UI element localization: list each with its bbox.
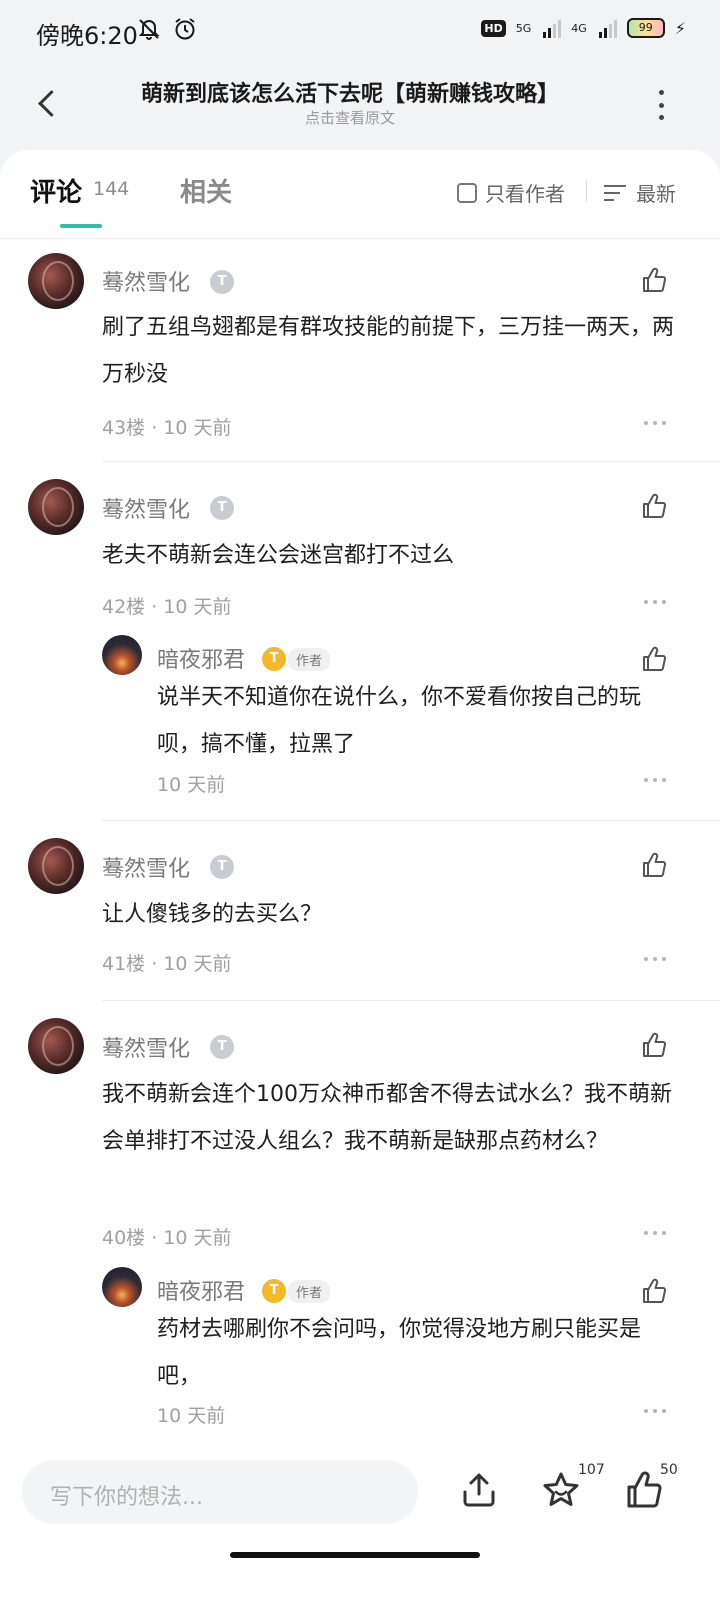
avatar[interactable] — [28, 253, 84, 309]
like-icon[interactable] — [640, 1277, 668, 1305]
input-placeholder: 写下你的想法... — [50, 1485, 203, 1510]
comment-author[interactable]: 蓦然雪化 — [102, 1031, 190, 1063]
comment-time: 10 天前 — [163, 417, 232, 439]
checkbox-icon[interactable] — [457, 182, 477, 203]
thumb-up-icon[interactable] — [624, 1470, 664, 1510]
dots-icon[interactable] — [644, 421, 666, 427]
comment-meta: 43楼 · 10 天前 — [102, 417, 232, 439]
comment-time: 10 天前 — [163, 596, 232, 618]
like-icon[interactable] — [640, 266, 668, 294]
comment-meta: 40楼 · 10 天前 — [102, 1227, 232, 1249]
only-author-label: 只看作者 — [485, 182, 565, 206]
reply-author[interactable]: 暗夜邪君 — [157, 1274, 245, 1306]
tab-bar: 评论 144 相关 只看作者 最新 — [0, 150, 720, 239]
reply-author[interactable]: 暗夜邪君 — [157, 642, 245, 674]
comment-time: 10 天前 — [163, 1227, 232, 1249]
comments-panel: 评论 144 相关 只看作者 最新 蓦然雪化 T 刷了五组鸟翅都是有群攻技能的前… — [0, 150, 720, 1450]
signal-icon-2 — [598, 18, 617, 38]
bell-off-icon — [138, 19, 160, 40]
sort-button[interactable]: 最新 — [604, 178, 676, 207]
more-icon[interactable] — [646, 90, 676, 120]
comment-meta: 41楼 · 10 天前 — [102, 953, 232, 975]
comments-count: 144 — [93, 178, 130, 200]
level-badge: T — [210, 855, 234, 879]
comment-text: 刷了五组鸟翅都是有群攻技能的前提下，三万挂一两天，两万秒没 — [102, 315, 675, 387]
floor-number: 42楼 — [102, 596, 146, 618]
reply-time: 10 天前 — [157, 1405, 226, 1427]
like-icon[interactable] — [640, 1031, 668, 1059]
signal-icon — [543, 18, 562, 38]
alarm-icon — [175, 18, 195, 40]
floor-number: 41楼 — [102, 953, 146, 975]
nav-bar: 萌新到底该怎么活下去呢【萌新赚钱攻略】 点击查看原文 — [0, 64, 720, 144]
level-badge: T — [210, 270, 234, 294]
battery-icon: 99 — [626, 18, 665, 38]
comment-text: 老夫不萌新会连公会迷宫都打不过么 — [102, 543, 455, 568]
page-title[interactable]: 萌新到底该怎么活下去呢【萌新赚钱攻略】 — [100, 76, 600, 108]
sort-icon — [604, 183, 628, 203]
hd-badge: HD — [481, 19, 506, 37]
active-tab-indicator — [60, 224, 102, 228]
network-5g: 5G — [515, 21, 532, 35]
comment-item: 蓦然雪化 T 让人傻钱多的去买么？ 41楼 · 10 天前 — [0, 821, 720, 999]
floor-number: 40楼 — [102, 1227, 146, 1249]
dots-icon[interactable] — [644, 778, 666, 784]
reply-avatar[interactable] — [102, 635, 142, 675]
star-icon[interactable] — [541, 1470, 581, 1510]
dots-icon[interactable] — [644, 1231, 666, 1237]
status-time: 傍晚6:20 — [36, 22, 138, 50]
comment-item: 蓦然雪化 T 我不萌新会连个100万众神币都舍不得去试水么？我不萌新会单排打不过… — [0, 1001, 720, 1450]
reply-time: 10 天前 — [157, 774, 226, 796]
sort-label: 最新 — [636, 182, 676, 206]
back-icon[interactable] — [30, 82, 70, 122]
floor-number: 43楼 — [102, 417, 146, 439]
avatar[interactable] — [28, 838, 84, 894]
only-author-toggle[interactable]: 只看作者 — [457, 178, 565, 207]
divider — [586, 180, 587, 202]
comment-item: 蓦然雪化 T 刷了五组鸟翅都是有群攻技能的前提下，三万挂一两天，两万秒没 43楼… — [0, 238, 720, 458]
network-4g: 4G — [571, 21, 587, 35]
tab-related[interactable]: 相关 — [180, 172, 232, 209]
comment-meta: 42楼 · 10 天前 — [102, 596, 232, 618]
status-icons-right: HD 5G 4G 99 ⚡ — [481, 18, 686, 38]
author-tag: 作者 — [288, 648, 331, 671]
avatar[interactable] — [28, 479, 84, 535]
author-level-badge: T — [262, 1279, 286, 1303]
level-badge: T — [210, 496, 234, 520]
comment-time: 10 天前 — [163, 953, 232, 975]
author-tag: 作者 — [288, 1280, 331, 1303]
comment-author[interactable]: 蓦然雪化 — [102, 851, 190, 883]
home-indicator[interactable] — [230, 1552, 480, 1558]
avatar[interactable] — [28, 1018, 84, 1074]
dots-icon[interactable] — [644, 1409, 666, 1415]
level-badge: T — [210, 1035, 234, 1059]
status-bar: 傍晚6:20 HD 5G 4G 99 ⚡ — [0, 0, 720, 64]
dots-icon[interactable] — [644, 600, 666, 606]
comment-author[interactable]: 蓦然雪化 — [102, 265, 190, 297]
charging-icon: ⚡ — [674, 18, 686, 38]
like-count: 50 — [660, 1462, 678, 1478]
reply-avatar[interactable] — [102, 1267, 142, 1307]
like-icon[interactable] — [640, 492, 668, 520]
view-original-link[interactable]: 点击查看原文 — [100, 107, 600, 128]
tab-comments[interactable]: 评论 — [30, 172, 82, 209]
comment-author[interactable]: 蓦然雪化 — [102, 492, 190, 524]
reply-text: 药材去哪刷你不会问吗，你觉得没地方刷只能买是吧， — [157, 1317, 642, 1389]
share-icon[interactable] — [459, 1470, 499, 1510]
like-icon[interactable] — [640, 645, 668, 673]
bottom-bar: 写下你的想法... 107 50 — [0, 1448, 720, 1600]
status-icons-left — [136, 16, 198, 42]
reply-text: 说半天不知道你在说什么，你不爱看你按自己的玩呗，搞不懂，拉黑了 — [157, 685, 642, 757]
author-level-badge: T — [262, 647, 286, 671]
comment-text: 让人傻钱多的去买么？ — [102, 902, 323, 927]
dots-icon[interactable] — [644, 957, 666, 963]
star-count: 107 — [578, 1462, 605, 1478]
comment-text: 我不萌新会连个100万众神币都舍不得去试水么？我不萌新会单排打不过没人组么？我不… — [102, 1082, 672, 1154]
comment-input[interactable]: 写下你的想法... — [22, 1460, 418, 1524]
comment-item: 蓦然雪化 T 老夫不萌新会连公会迷宫都打不过么 42楼 · 10 天前 暗夜邪君… — [0, 462, 720, 820]
like-icon[interactable] — [640, 851, 668, 879]
